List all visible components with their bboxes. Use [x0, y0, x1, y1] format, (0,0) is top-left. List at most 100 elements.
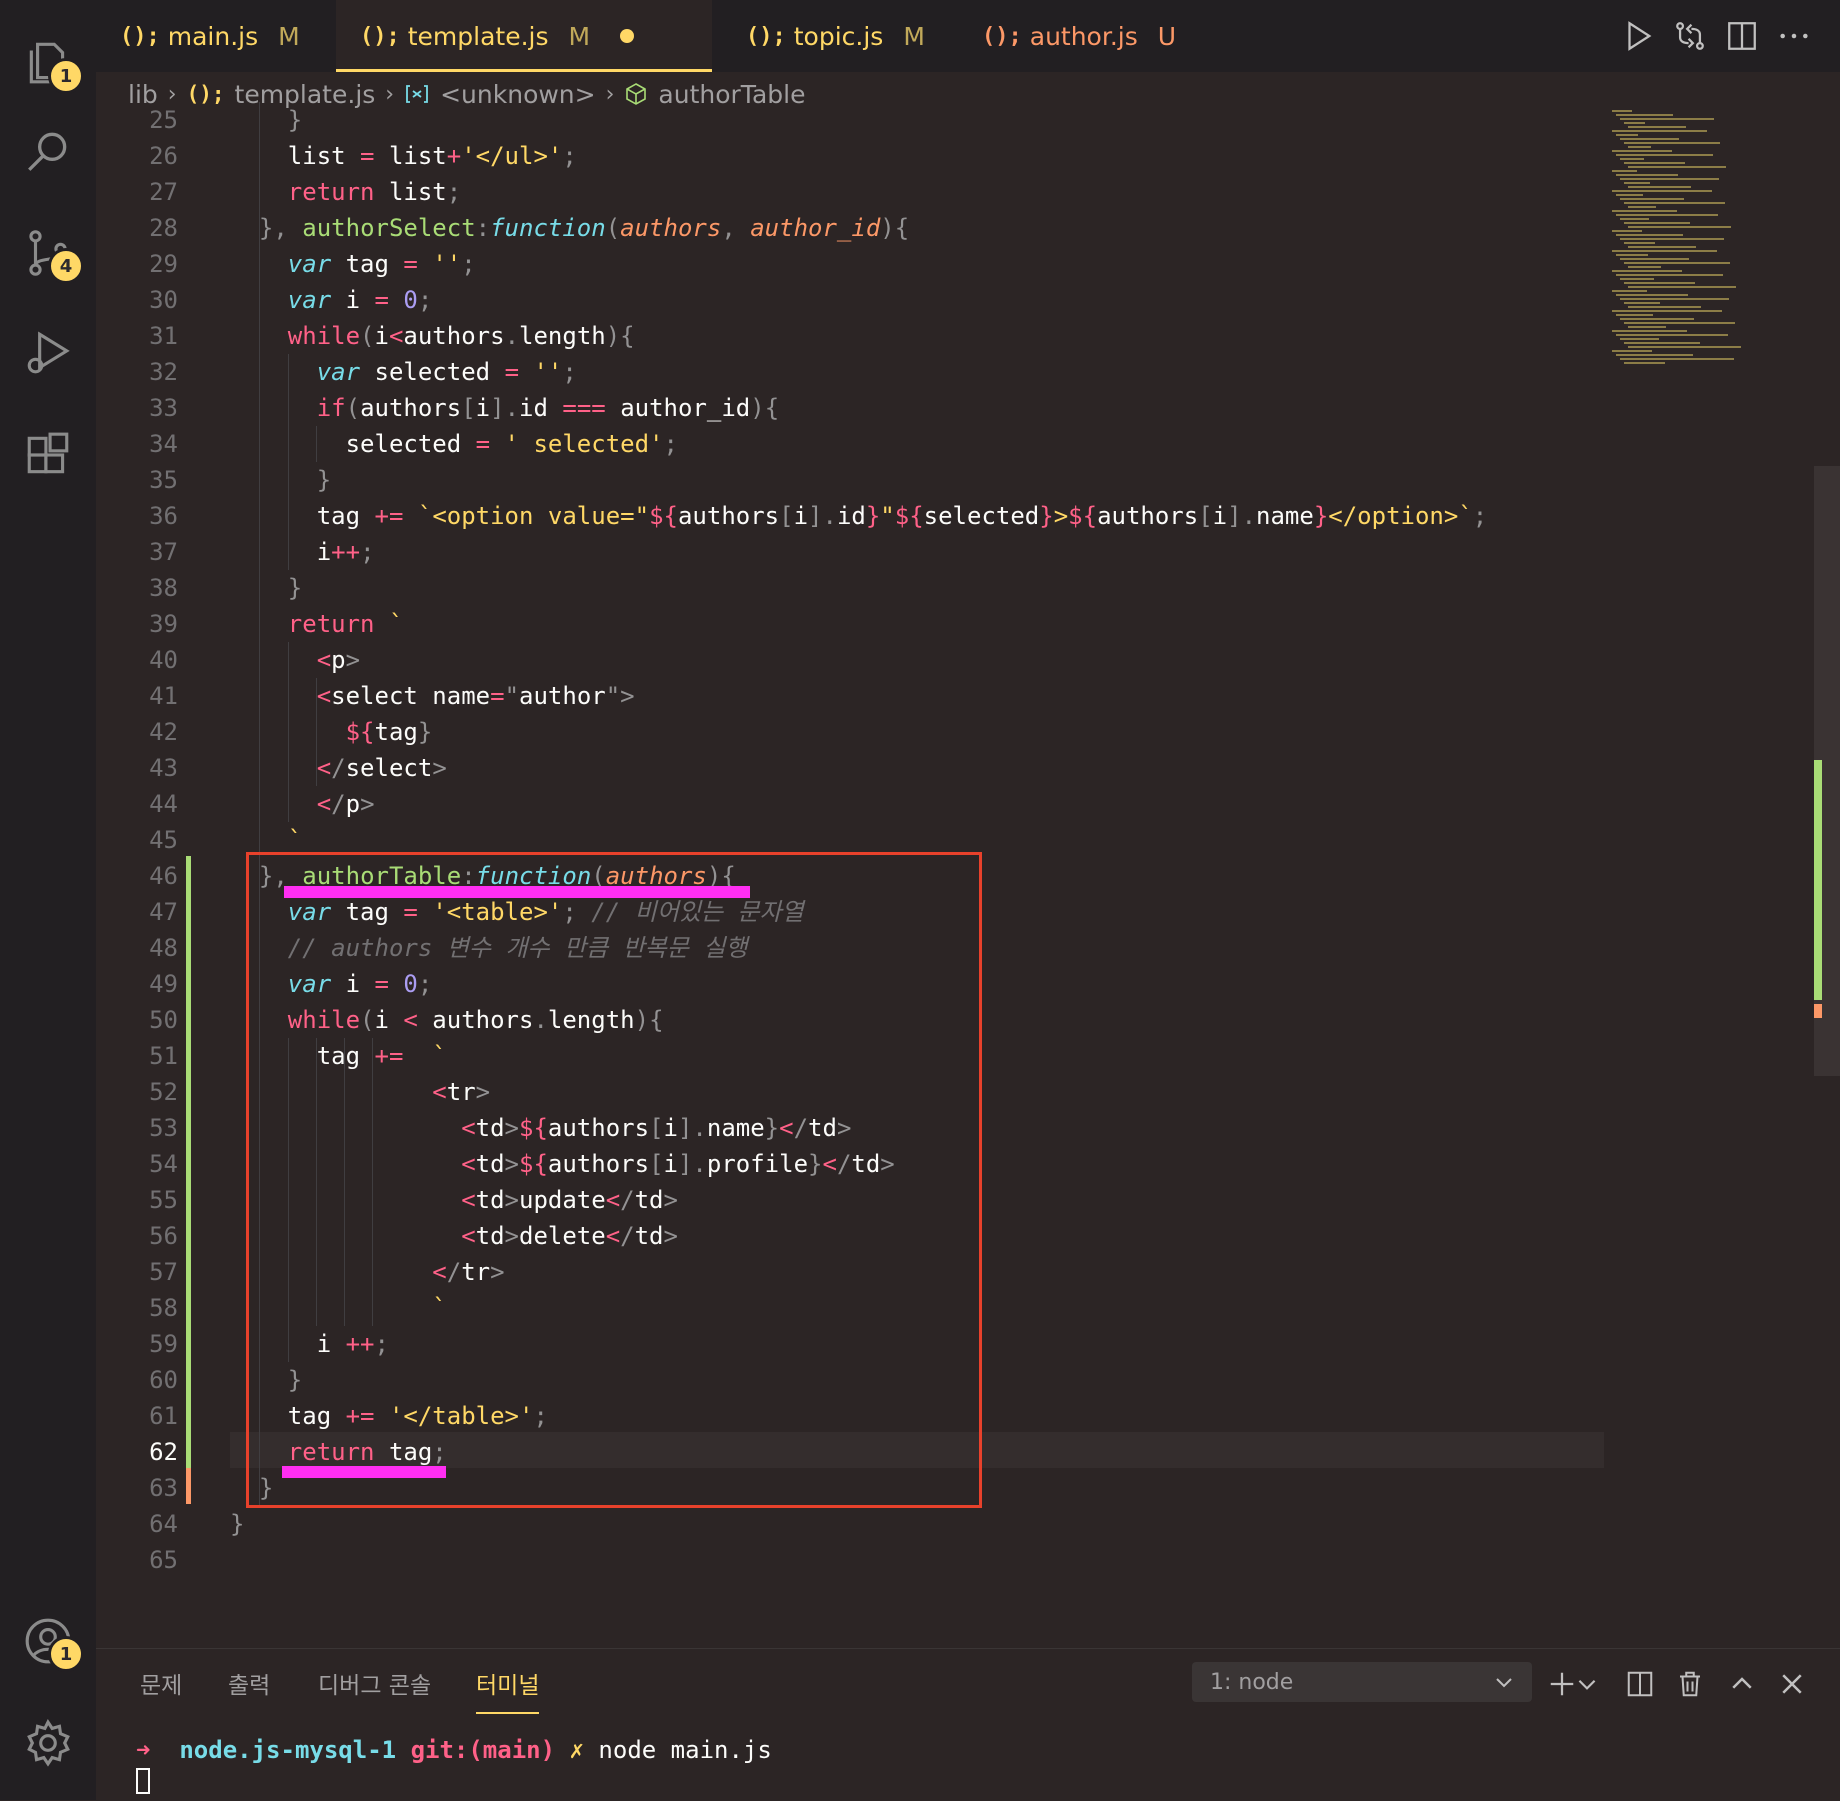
tab-main-js[interactable]: (); main.js M [96, 0, 322, 72]
code-line[interactable]: <p> [230, 642, 360, 678]
minimap-line [1612, 270, 1682, 272]
code-line[interactable]: while(i<authors.length){ [230, 318, 635, 354]
minimap-line [1628, 206, 1656, 208]
line-number: 50 [149, 1006, 178, 1034]
code-line[interactable]: </p> [230, 786, 375, 822]
code-line[interactable]: } [230, 462, 331, 498]
code-line[interactable]: tag += `<option value="${authors[i].id}"… [230, 498, 1488, 534]
line-number: 40 [149, 646, 178, 674]
minimap-line [1628, 126, 1686, 128]
line-number: 52 [149, 1078, 178, 1106]
line-number: 43 [149, 754, 178, 782]
minimap-line [1612, 190, 1712, 192]
minimap-line [1628, 166, 1726, 168]
minimap-line [1612, 350, 1652, 352]
chevron-down-icon [1578, 1679, 1596, 1690]
minimap[interactable] [1604, 110, 1814, 370]
settings-button[interactable] [0, 1698, 96, 1788]
minimap-line [1624, 142, 1720, 144]
code-line[interactable]: return list; [230, 174, 461, 210]
code-line[interactable]: } [230, 570, 302, 606]
terminal-dropdown-button[interactable] [1574, 1664, 1600, 1704]
tab-problems[interactable]: 문제 [140, 1666, 182, 1700]
line-number: 47 [149, 898, 178, 926]
code-line[interactable]: if(authors[i].id === author_id){ [230, 390, 779, 426]
prompt-git-branch: git:(main) [410, 1736, 556, 1764]
accounts-button[interactable]: 1 [0, 1596, 96, 1686]
js-file-icon: (); [360, 23, 400, 49]
code-line[interactable]: }, authorSelect:function(authors, author… [230, 210, 909, 246]
breadcrumb-symbol[interactable]: authorTable [658, 80, 805, 109]
terminal-output[interactable]: ➜ node.js-mysql-1 git:(main) ✗ node main… [136, 1736, 772, 1764]
prompt-directory: node.js-mysql-1 [179, 1736, 397, 1764]
code-line[interactable]: var tag = ''; [230, 246, 476, 282]
minimap-line [1620, 218, 1649, 220]
split-terminal-button[interactable] [1620, 1664, 1660, 1704]
line-number: 29 [149, 250, 178, 278]
code-line[interactable]: <select name="author"> [230, 678, 635, 714]
minimap-line [1628, 266, 1661, 268]
minimap-line [1628, 286, 1736, 288]
compare-changes-button[interactable] [1668, 14, 1712, 58]
minimap-line [1624, 302, 1660, 304]
minimap-line [1620, 278, 1654, 280]
line-number: 63 [149, 1474, 178, 1502]
code-line[interactable]: return ` [230, 606, 404, 642]
code-line[interactable]: ${tag} [230, 714, 433, 750]
extensions-button[interactable] [0, 410, 96, 500]
close-panel-button[interactable] [1772, 1664, 1812, 1704]
minimap-line [1628, 326, 1666, 328]
line-number: 37 [149, 538, 178, 566]
tab-template-js[interactable]: (); template.js M [336, 0, 712, 72]
line-number: 53 [149, 1114, 178, 1142]
minimap-line [1628, 186, 1691, 188]
tab-label: author.js [1029, 21, 1138, 51]
maximize-panel-button[interactable] [1722, 1664, 1762, 1704]
minimap-line [1620, 178, 1719, 180]
line-number: 41 [149, 682, 178, 710]
minimap-line [1616, 354, 1693, 356]
code-line[interactable]: } [230, 102, 302, 138]
code-line[interactable]: list = list+'</ul>'; [230, 138, 577, 174]
tab-terminal[interactable]: 터미널 [476, 1666, 540, 1714]
code-line[interactable]: var selected = ''; [230, 354, 577, 390]
js-file-icon: (); [982, 23, 1022, 49]
line-number: 56 [149, 1222, 178, 1250]
unsaved-dot-icon[interactable] [620, 29, 635, 43]
line-number: 65 [149, 1546, 178, 1574]
explorer-button[interactable]: 1 [0, 18, 96, 108]
chevron-up-icon [1732, 1677, 1752, 1689]
terminal-command: node main.js [598, 1736, 772, 1764]
minimap-line [1624, 202, 1725, 204]
code-line[interactable]: var i = 0; [230, 282, 433, 318]
run-debug-icon [27, 331, 70, 374]
code-line[interactable]: i++; [230, 534, 375, 570]
annotation-underline-return [282, 1466, 446, 1478]
run-button[interactable] [1616, 14, 1660, 58]
play-icon [1628, 21, 1652, 51]
minimap-line [1616, 334, 1728, 336]
code-line[interactable]: } [230, 1506, 244, 1542]
run-debug-button[interactable] [0, 308, 96, 398]
line-number: 45 [149, 826, 178, 854]
line-number: 55 [149, 1186, 178, 1214]
tab-label: template.js [407, 21, 549, 51]
search-button[interactable] [0, 106, 96, 196]
source-control-button[interactable]: 4 [0, 208, 96, 298]
code-line[interactable]: </select> [230, 750, 447, 786]
more-actions-button[interactable] [1772, 14, 1816, 58]
tab-debug-console[interactable]: 디버그 콘솔 [318, 1666, 431, 1700]
breadcrumb-scope[interactable]: <unknown> [440, 80, 596, 109]
code-line[interactable]: selected = ' selected'; [230, 426, 678, 462]
minimap-line [1624, 242, 1655, 244]
accounts-badge: 1 [48, 1636, 84, 1672]
tab-author-js[interactable]: (); author.js U [958, 0, 1208, 72]
split-editor-button[interactable] [1720, 14, 1764, 58]
annotation-underline-signature [284, 886, 750, 898]
tab-output[interactable]: 출력 [228, 1666, 270, 1700]
line-number: 48 [149, 934, 178, 962]
tab-topic-js[interactable]: (); topic.js M [722, 0, 948, 72]
kill-terminal-button[interactable] [1670, 1664, 1710, 1704]
minimap-line [1620, 338, 1659, 340]
terminal-select[interactable]: 1: node [1192, 1662, 1532, 1702]
